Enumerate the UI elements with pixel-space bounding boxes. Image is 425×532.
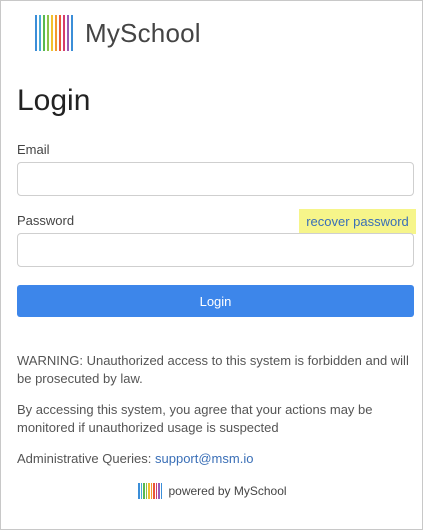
warning-notice: WARNING: Unauthorized access to this sys… <box>17 353 409 386</box>
logo-stripe <box>160 483 163 499</box>
login-button[interactable]: Login <box>17 285 414 317</box>
support-email-link[interactable]: support@msm.io <box>155 451 253 466</box>
logo-stripe <box>39 15 41 51</box>
logo-stripe <box>71 15 73 51</box>
myschool-logo-icon <box>35 15 73 51</box>
myschool-logo-small-icon <box>138 483 163 499</box>
logo-stripe <box>155 483 158 499</box>
recover-password-link[interactable]: recover password <box>299 209 416 234</box>
logo-stripe <box>158 483 160 499</box>
consent-notice: By accessing this system, you agree that… <box>17 402 373 435</box>
logo-stripe <box>153 483 155 499</box>
email-field[interactable] <box>17 162 414 196</box>
logo-stripe <box>140 483 143 499</box>
logo-stripe <box>67 15 69 51</box>
admin-queries: Administrative Queries: support@msm.io <box>17 450 412 468</box>
password-field[interactable] <box>17 233 414 267</box>
logo-stripe <box>47 15 49 51</box>
logo-stripe <box>143 483 145 499</box>
brand-name: MySchool <box>85 17 201 48</box>
powered-by-text: powered by MySchool <box>168 484 287 498</box>
logo-stripe <box>43 15 45 51</box>
powered-by-footer: powered by MySchool <box>1 483 422 499</box>
logo-stripe <box>150 483 153 499</box>
email-label: Email <box>17 142 50 157</box>
password-label: Password <box>17 213 75 228</box>
logo-stripe <box>55 15 57 51</box>
admin-queries-label: Administrative Queries: <box>17 451 155 466</box>
brand-header: MySchool <box>35 15 201 51</box>
login-page: MySchool Login Email Password recover pa… <box>0 0 423 530</box>
logo-stripe <box>35 15 37 51</box>
logo-stripe <box>145 483 148 499</box>
logo-stripe <box>59 15 61 51</box>
logo-stripe <box>148 483 150 499</box>
logo-stripe <box>51 15 53 51</box>
logo-stripe <box>138 483 140 499</box>
page-title: Login <box>17 84 91 117</box>
logo-stripe <box>63 15 65 51</box>
